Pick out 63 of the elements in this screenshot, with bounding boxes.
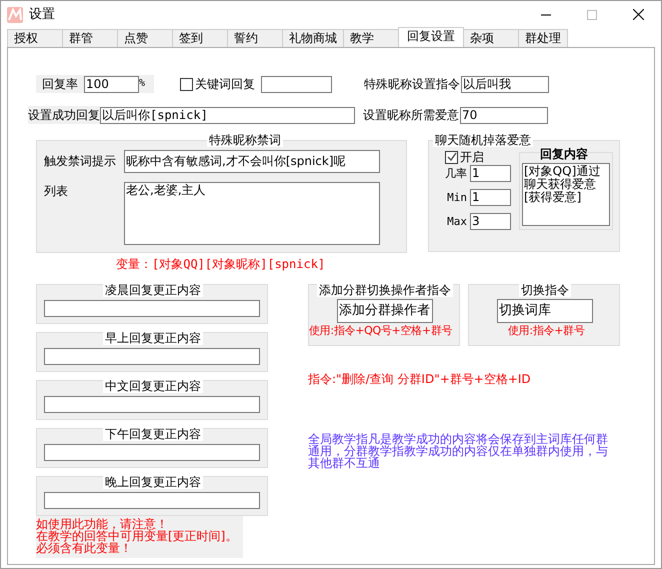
variables-note: 变量：[对象QQ][对象昵称][spnick] (116, 257, 326, 272)
tab[interactable]: 群管 (62, 29, 118, 47)
tab[interactable]: 签到 (172, 29, 228, 47)
maximize-icon (587, 10, 597, 20)
text-field[interactable] (44, 396, 260, 414)
field-label: 回复率 (42, 76, 79, 92)
group-title: 早上回复更正内容 (103, 331, 203, 346)
reply-box[interactable]: [对象QQ]通过聊天获得爱意[获得爱意] (522, 163, 610, 226)
close-icon (632, 9, 644, 20)
group-title: 晚上回复更正内容 (103, 475, 203, 490)
group-title: 切换指令 (519, 283, 571, 298)
usage-note: 使用:指令+群号 (508, 324, 585, 338)
teaching-note: 全局教学指凡是教学成功的内容将会保存到主词库任何群通用，分群教学指教学成功的内容仅在单独群内使用，与其他群不互通 (308, 432, 609, 469)
field-label: 设置昵称所需爱意 (363, 108, 460, 122)
group-title: 凌晨回复更正内容 (103, 283, 203, 298)
checkbox[interactable] (180, 78, 193, 90)
command-field[interactable]: 以后叫我 (461, 76, 549, 92)
note-line: 如使用此功能，请注意！ (36, 518, 169, 530)
group-title: 特殊昵称禁词 (207, 133, 283, 147)
number-field[interactable]: 1 (470, 189, 511, 206)
field-label: 触发禁词提示 (44, 154, 117, 169)
affection-field[interactable]: 70 (460, 106, 548, 124)
note-line: 在教学的回答中可用变量[更正时间]。 (36, 530, 238, 542)
text-field[interactable] (44, 300, 260, 318)
group-title: 中文回复更正内容 (103, 379, 203, 394)
number-field[interactable]: 1 (470, 165, 511, 182)
group-title: 聊天随机掉落爱意 (433, 133, 533, 147)
text-field[interactable] (44, 348, 260, 366)
checkbox[interactable] (445, 150, 458, 164)
field-label: 列表 (44, 183, 69, 200)
text-field[interactable] (44, 444, 260, 462)
field-label: 特殊昵称设置指令 (364, 76, 461, 92)
group-title: 添加分群切换操作者指令 (317, 283, 453, 298)
usage-note: 使用:指令+QQ号+空格+群号 (309, 324, 452, 338)
field-label: 设置成功回复 (28, 106, 100, 124)
tab[interactable]: 点赞 (117, 29, 173, 47)
keyword-field[interactable] (261, 76, 332, 92)
reply-rate-field[interactable]: 100 (84, 76, 139, 92)
field-label: Max (446, 215, 468, 228)
group-title: 下午回复更正内容 (103, 427, 203, 442)
unit-label: % (139, 78, 146, 90)
list-box[interactable]: 老公,老婆,主人 (124, 182, 380, 245)
tab[interactable]: 群处理 (518, 29, 568, 47)
command-note: 指令:"删除/查询 分群ID"+群号+空格+ID (308, 372, 532, 387)
app-icon (7, 6, 23, 22)
prompt-field[interactable]: 昵称中含有敏感词,才不会叫你[spnick]呢 (124, 150, 380, 173)
tab[interactable]: 教学 (343, 29, 399, 47)
number-field[interactable]: 3 (470, 213, 511, 230)
field-label: 几率 (444, 167, 468, 180)
reply-field[interactable]: 以后叫你[spnick] (100, 106, 355, 124)
group-title: 回复内容 (540, 148, 588, 160)
tab[interactable]: 授权 (7, 29, 63, 47)
field-label: Min (446, 191, 468, 204)
window-title: 设置 (29, 6, 55, 22)
checkbox-label: 关键词回复 (195, 76, 255, 92)
command-field[interactable]: 添加分群操作者 (337, 299, 433, 324)
note-line: 必须含有此变量！ (36, 542, 132, 554)
checkbox-label: 开启 (460, 150, 484, 164)
tab[interactable]: 杂项 (463, 29, 519, 47)
text-field[interactable] (44, 492, 260, 510)
tab[interactable]: 礼物商城 (282, 29, 344, 47)
tab[interactable]: 誓约 (227, 29, 283, 47)
command-field[interactable]: 切换词库 (497, 299, 593, 324)
